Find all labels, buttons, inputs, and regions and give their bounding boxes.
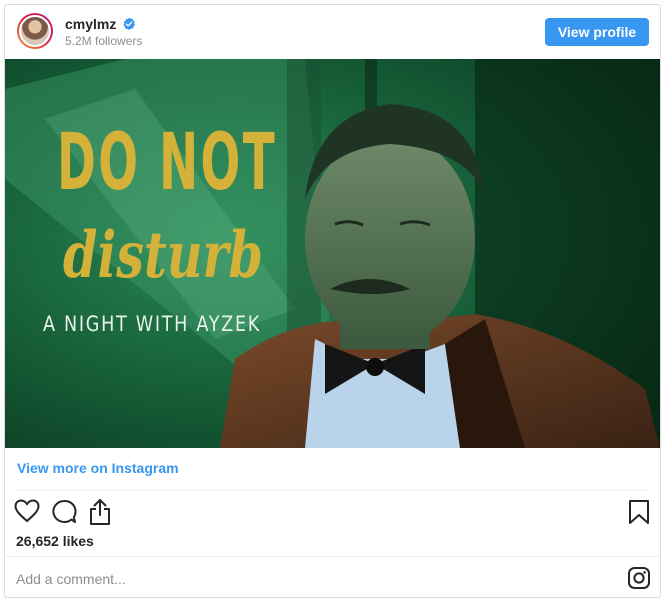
heart-icon[interactable] [14,499,40,523]
avatar[interactable] [17,13,53,49]
bookmark-icon[interactable] [628,499,650,525]
share-icon[interactable] [88,498,112,526]
post-title-line2: disturb [63,218,263,293]
verified-badge-icon [123,17,136,30]
instagram-icon[interactable] [627,566,651,590]
instagram-embed-card: cmylmz 5.2M followers View profile DO NO… [4,4,661,598]
follower-count: 5.2M followers [65,34,143,48]
post-header: cmylmz 5.2M followers View profile [5,5,660,59]
divider [5,556,660,557]
post-title-line1: DO NOT [57,118,277,208]
divider [17,490,648,491]
post-subtitle: A NIGHT WITH AYZEK [43,312,261,336]
likes-count[interactable]: 26,652 likes [16,533,94,549]
comment-icon[interactable] [51,499,77,525]
view-profile-button[interactable]: View profile [545,18,649,46]
post-image[interactable]: DO NOT disturb A NIGHT WITH AYZEK [5,59,660,448]
post-artwork: DO NOT disturb A NIGHT WITH AYZEK [5,59,660,448]
view-more-on-instagram-link[interactable]: View more on Instagram [17,460,179,476]
avatar-image [19,15,51,47]
username[interactable]: cmylmz [65,16,116,32]
add-comment-link[interactable]: Add a comment... [16,571,126,587]
